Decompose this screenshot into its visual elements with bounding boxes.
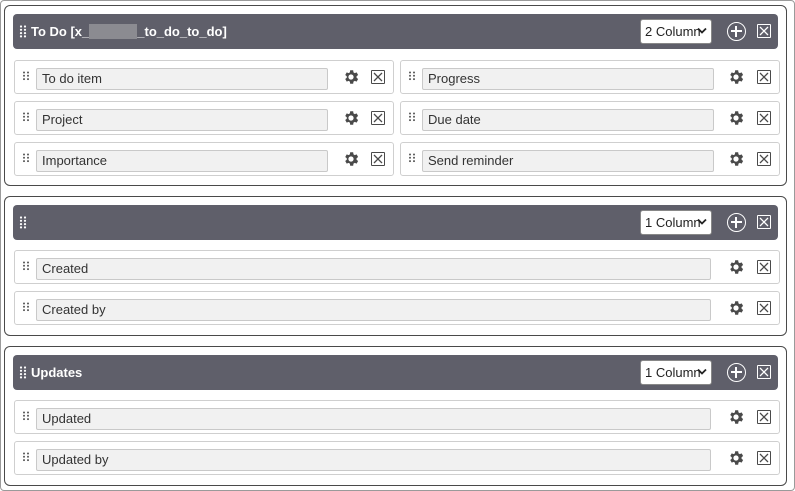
close-icon [759, 453, 769, 463]
chevron-down-icon [697, 27, 707, 34]
column-select[interactable]: 1 Column [640, 210, 712, 235]
close-icon [759, 303, 769, 313]
gear-icon[interactable] [727, 299, 745, 317]
section-header[interactable]: 1 Column [13, 205, 778, 240]
section-title: Updates [31, 365, 83, 380]
add-field-button[interactable] [727, 213, 746, 232]
close-icon [759, 367, 769, 377]
field-name[interactable]: Progress [422, 68, 714, 90]
gear-icon[interactable] [727, 68, 745, 86]
drag-handle-icon[interactable] [22, 261, 30, 274]
close-icon [759, 262, 769, 272]
section-title: To Do [x_ _to_do_to_do] [31, 14, 227, 49]
column-select-value: 1 Column [645, 365, 701, 380]
field-row[interactable]: Importance [14, 142, 394, 176]
close-icon [759, 113, 769, 123]
section-header[interactable]: Updates 1 Column [13, 355, 778, 390]
remove-section-button[interactable] [757, 215, 771, 229]
section-untitled: 1 Column Created Created by [4, 196, 787, 336]
remove-field-button[interactable] [371, 111, 385, 125]
drag-handle-icon[interactable] [22, 452, 30, 465]
drag-handle-icon[interactable] [22, 112, 30, 125]
close-icon [759, 217, 769, 227]
close-icon [373, 72, 383, 82]
gear-icon[interactable] [727, 150, 745, 168]
drag-handle-icon[interactable] [408, 153, 416, 166]
field-row[interactable]: To do item [14, 60, 394, 94]
drag-handle-icon[interactable] [19, 25, 27, 38]
remove-section-button[interactable] [757, 365, 771, 379]
drag-handle-icon[interactable] [22, 153, 30, 166]
remove-section-button[interactable] [757, 24, 771, 38]
column-select-value: 1 Column [645, 215, 701, 230]
drag-handle-icon[interactable] [22, 302, 30, 315]
remove-field-button[interactable] [757, 410, 771, 424]
drag-handle-icon[interactable] [19, 366, 27, 379]
add-field-button[interactable] [727, 363, 746, 382]
field-row[interactable]: Created [14, 250, 780, 284]
field-row[interactable]: Due date [400, 101, 780, 135]
remove-field-button[interactable] [371, 70, 385, 84]
gear-icon[interactable] [342, 68, 360, 86]
section-title-suffix: _to_do_to_do] [137, 24, 227, 39]
drag-handle-icon[interactable] [22, 71, 30, 84]
column-select-value: 2 Column [645, 24, 701, 39]
field-row[interactable]: Updated [14, 400, 780, 434]
field-name[interactable]: Created [36, 258, 711, 280]
chevron-down-icon [697, 218, 707, 225]
gear-icon[interactable] [727, 408, 745, 426]
close-icon [759, 412, 769, 422]
remove-field-button[interactable] [757, 152, 771, 166]
drag-handle-icon[interactable] [19, 216, 27, 229]
remove-field-button[interactable] [757, 70, 771, 84]
field-row[interactable]: Updated by [14, 441, 780, 475]
remove-field-button[interactable] [371, 152, 385, 166]
field-row[interactable]: Send reminder [400, 142, 780, 176]
section-updates: Updates 1 Column Updated Updated by [4, 346, 787, 486]
chevron-down-icon [697, 368, 707, 375]
field-name[interactable]: Project [36, 109, 328, 131]
gear-icon[interactable] [727, 449, 745, 467]
section-title-prefix: To Do [x_ [31, 24, 90, 39]
gear-icon[interactable] [342, 150, 360, 168]
column-select[interactable]: 2 Column [640, 19, 712, 44]
field-name[interactable]: Send reminder [422, 150, 714, 172]
drag-handle-icon[interactable] [22, 411, 30, 424]
close-icon [759, 154, 769, 164]
gear-icon[interactable] [342, 109, 360, 127]
remove-field-button[interactable] [757, 111, 771, 125]
redacted-text [89, 24, 138, 39]
field-name[interactable]: To do item [36, 68, 328, 90]
field-row[interactable]: Project [14, 101, 394, 135]
close-icon [373, 113, 383, 123]
close-icon [759, 72, 769, 82]
remove-field-button[interactable] [757, 301, 771, 315]
field-row[interactable]: Created by [14, 291, 780, 325]
field-name[interactable]: Importance [36, 150, 328, 172]
field-name[interactable]: Updated [36, 408, 711, 430]
drag-handle-icon[interactable] [408, 112, 416, 125]
remove-field-button[interactable] [757, 451, 771, 465]
section-to-do: To Do [x_ _to_do_to_do] 2 Column To do it… [4, 5, 787, 186]
field-name[interactable]: Updated by [36, 449, 711, 471]
add-field-button[interactable] [727, 22, 746, 41]
field-row[interactable]: Progress [400, 60, 780, 94]
close-icon [373, 154, 383, 164]
field-name[interactable]: Due date [422, 109, 714, 131]
field-name[interactable]: Created by [36, 299, 711, 321]
drag-handle-icon[interactable] [408, 71, 416, 84]
gear-icon[interactable] [727, 109, 745, 127]
remove-field-button[interactable] [757, 260, 771, 274]
gear-icon[interactable] [727, 258, 745, 276]
section-header[interactable]: To Do [x_ _to_do_to_do] 2 Column [13, 14, 778, 49]
column-select[interactable]: 1 Column [640, 360, 712, 385]
close-icon [759, 26, 769, 36]
